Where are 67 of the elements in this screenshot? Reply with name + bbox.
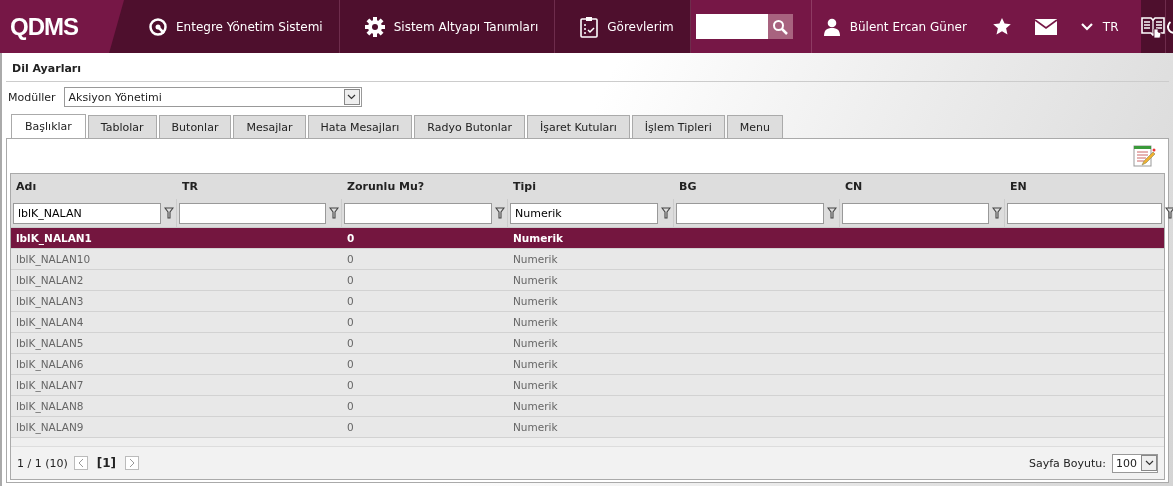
table-cell-text: 0 bbox=[346, 420, 355, 435]
table-row[interactable]: lblK_NALAN8 0 Numerik bbox=[11, 396, 1164, 417]
table-cell-text: 0 bbox=[346, 252, 355, 267]
tab[interactable]: Menu bbox=[726, 115, 783, 138]
table-cell-text: Numerik bbox=[512, 336, 559, 351]
tab[interactable]: Hata Mesajları bbox=[307, 115, 413, 138]
tab[interactable]: Tablolar bbox=[87, 115, 157, 138]
table-cell-text: lblK_NALAN5 bbox=[15, 336, 85, 352]
field-label: Modüller bbox=[8, 90, 56, 104]
page-size-label: Sayfa Boyutu: bbox=[1028, 456, 1106, 470]
current-page[interactable]: [1] bbox=[93, 456, 120, 470]
column-header[interactable]: TR bbox=[177, 180, 342, 193]
table-cell-text: lblK_NALAN7 bbox=[15, 378, 85, 394]
table-row[interactable]: lblK_NALAN6 0 Numerik bbox=[11, 354, 1164, 375]
table-cell-text: lblK_NALAN9 bbox=[15, 420, 85, 436]
table-row[interactable]: lblK_NALAN7 0 Numerik bbox=[11, 375, 1164, 396]
module-dropdown[interactable]: Aksiyon Yönetimi bbox=[63, 87, 362, 107]
language-selector[interactable]: TR bbox=[1068, 19, 1141, 34]
tab[interactable]: Başlıklar bbox=[11, 114, 86, 138]
table-row[interactable]: lblK_NALAN5 0 Numerik bbox=[11, 333, 1164, 354]
table-cell-text: Numerik bbox=[512, 357, 559, 372]
filter-field[interactable]: Numerik bbox=[510, 202, 658, 224]
table-cell-text: Numerik bbox=[512, 420, 559, 435]
table-cell-text: lblK_NALAN3 bbox=[15, 294, 85, 310]
table-row[interactable]: lblK_NALAN4 0 Numerik bbox=[11, 312, 1164, 333]
pager-summary: 1 / 1 (10) bbox=[17, 456, 68, 470]
column-header[interactable]: CN bbox=[840, 180, 1005, 193]
table-cell-text: lblK_NALAN10 bbox=[15, 252, 92, 268]
table-cell-text: 0 bbox=[346, 357, 355, 372]
table-cell-text: 0 bbox=[346, 399, 355, 414]
table-cell-text: Numerik bbox=[512, 399, 559, 414]
page-title: Dil Ayarları bbox=[12, 62, 82, 75]
table-cell-text: Numerik bbox=[512, 315, 559, 330]
tab[interactable]: İşaret Kutuları bbox=[527, 115, 630, 138]
table-row[interactable]: lblK_NALAN1 0 Numerik bbox=[11, 228, 1164, 249]
column-header[interactable]: Tipi bbox=[508, 180, 674, 193]
table-cell-text: 0 bbox=[346, 231, 356, 246]
table-cell-text: 0 bbox=[346, 273, 355, 288]
tab[interactable]: Mesajlar bbox=[233, 115, 306, 138]
table-cell-text: lblK_NALAN1 bbox=[15, 231, 93, 247]
table-cell-text: Numerik bbox=[512, 231, 565, 246]
tab[interactable]: İşlem Tipleri bbox=[631, 115, 725, 138]
table-cell-text: Numerik bbox=[512, 252, 559, 267]
table-row[interactable]: lblK_NALAN9 0 Numerik bbox=[11, 417, 1164, 438]
page-size-dropdown[interactable]: 100 bbox=[1112, 453, 1158, 473]
table-row[interactable]: lblK_NALAN10 0 Numerik bbox=[11, 249, 1164, 270]
table-cell-text: Numerik bbox=[512, 378, 559, 393]
column-header[interactable]: EN bbox=[1005, 180, 1164, 193]
column-header[interactable]: Zorunlu Mu? bbox=[342, 180, 508, 193]
column-header[interactable]: Adı bbox=[11, 180, 177, 193]
table-row[interactable]: lblK_NALAN2 0 Numerik bbox=[11, 270, 1164, 291]
table-cell-text: 0 bbox=[346, 294, 355, 309]
table-cell-text: lblK_NALAN4 bbox=[15, 315, 85, 331]
table-cell-text: lblK_NALAN2 bbox=[15, 273, 85, 289]
table-cell-text: Numerik bbox=[512, 273, 559, 288]
column-header[interactable]: BG bbox=[674, 180, 840, 193]
table-cell-text: Numerik bbox=[512, 294, 559, 309]
table-cell-text: 0 bbox=[346, 336, 355, 351]
filter-field[interactable]: lblK_NALAN bbox=[13, 202, 161, 224]
table-cell-text: 0 bbox=[346, 378, 355, 393]
table-cell-text: lblK_NALAN6 bbox=[15, 357, 85, 373]
table-row[interactable]: lblK_NALAN3 0 Numerik bbox=[11, 291, 1164, 312]
tab[interactable]: Radyo Butonlar bbox=[414, 115, 525, 138]
table-cell-text: 0 bbox=[346, 315, 355, 330]
tab[interactable]: Butonlar bbox=[158, 115, 232, 138]
table-cell-text: lblK_NALAN8 bbox=[15, 399, 85, 415]
user-name[interactable]: Bülent Ercan Güner bbox=[849, 19, 967, 34]
